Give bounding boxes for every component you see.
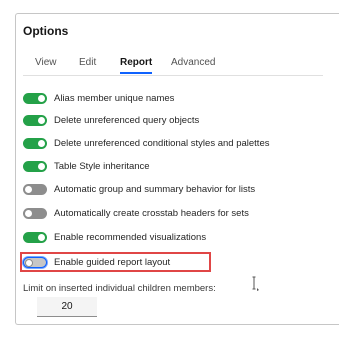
option-row-automatic-group-summary: Automatic group and summary behavior for…: [23, 182, 255, 196]
option-row-delete-unreferenced-styles: Delete unreferenced conditional styles a…: [23, 136, 269, 150]
tab-view[interactable]: View: [35, 57, 57, 73]
table-style-inheritance-toggle[interactable]: [23, 160, 47, 172]
option-label: Automatically create crosstab headers fo…: [54, 207, 249, 219]
option-row-table-style-inheritance: Table Style inheritance: [23, 159, 150, 173]
option-row-recommended-visualizations: Enable recommended visualizations: [23, 230, 206, 244]
toggle-knob: [25, 185, 32, 193]
option-label: Enable recommended visualizations: [54, 231, 207, 243]
dialog-title: Options: [23, 24, 69, 38]
tab-bar: View Edit Report Advanced: [23, 53, 323, 76]
toggle-knob: [38, 116, 45, 124]
tab-edit[interactable]: Edit: [79, 57, 96, 73]
toggle-knob: [38, 94, 45, 102]
delete-unreferenced-query-objects-toggle[interactable]: [23, 114, 47, 126]
option-label: Automatic group and summary behavior for…: [54, 183, 256, 195]
toggle-knob: [25, 209, 32, 217]
option-row-delete-unreferenced-query-objects: Delete unreferenced query objects: [23, 113, 199, 127]
limit-children-label: Limit on inserted individual children me…: [23, 283, 216, 294]
delete-unreferenced-styles-toggle[interactable]: [23, 137, 47, 149]
limit-children-input[interactable]: [37, 297, 97, 317]
guided-report-layout-toggle[interactable]: [23, 256, 47, 268]
option-row-crosstab-headers: Automatically create crosstab headers fo…: [23, 206, 249, 220]
tab-advanced[interactable]: Advanced: [171, 57, 215, 73]
recommended-visualizations-toggle[interactable]: [23, 231, 47, 243]
text-cursor-icon: [252, 276, 259, 291]
option-label: Alias member unique names: [54, 92, 175, 104]
option-row-guided-report-layout: Enable guided report layout: [23, 255, 170, 269]
toggle-knob: [38, 233, 45, 241]
toggle-knob: [38, 139, 45, 147]
option-row-alias-member-unique-names: Alias member unique names: [23, 91, 174, 105]
toggle-knob: [38, 162, 45, 170]
option-label: Enable guided report layout: [54, 256, 171, 268]
automatic-group-summary-toggle[interactable]: [23, 183, 47, 195]
alias-member-unique-names-toggle[interactable]: [23, 92, 47, 104]
tab-report[interactable]: Report: [120, 57, 153, 74]
toggle-knob: [25, 258, 33, 267]
option-label: Delete unreferenced conditional styles a…: [54, 137, 270, 149]
crosstab-headers-toggle[interactable]: [23, 207, 47, 219]
option-label: Table Style inheritance: [54, 160, 150, 172]
option-label: Delete unreferenced query objects: [54, 114, 200, 126]
